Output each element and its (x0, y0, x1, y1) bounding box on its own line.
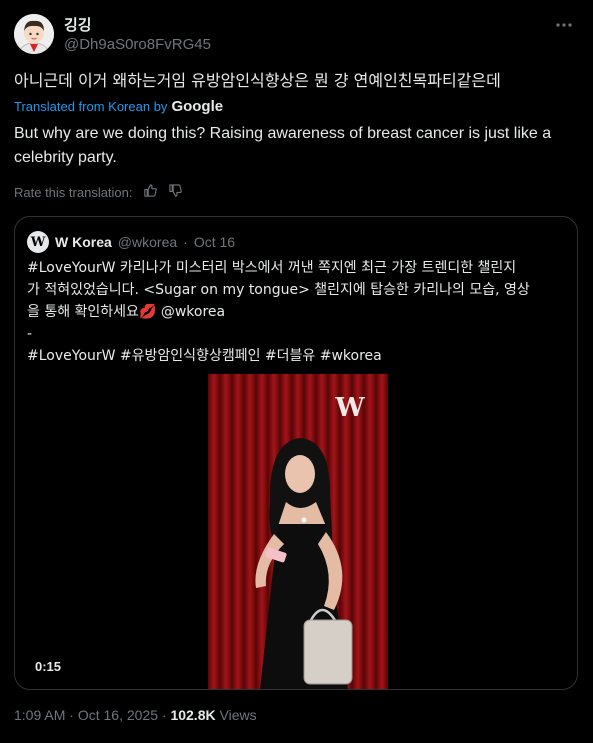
thumbs-up-icon[interactable] (143, 183, 158, 201)
quoted-author-avatar[interactable]: W (27, 231, 49, 253)
thumbs-down-icon[interactable] (168, 183, 183, 201)
views-count: 102.8K (170, 707, 216, 723)
quoted-text-line: #LoveYourW 카리나가 미스터리 박스에서 꺼낸 쪽지엔 최근 가장 트… (27, 260, 517, 276)
video-duration: 0:15 (35, 659, 62, 674)
post-time[interactable]: 1:09 AM (14, 707, 65, 723)
more-icon[interactable] (549, 14, 579, 36)
views-label: Views (219, 707, 257, 723)
video-thumbnail: W (208, 374, 388, 689)
quoted-post-header: W W Korea @wkorea · Oct 16 (27, 231, 235, 253)
video-logo: W (334, 393, 365, 423)
translated-from-link[interactable]: Translated from Korean by Google (14, 98, 223, 115)
post-original-text: 아니근데 이거 왜하는거임 유방암인식향상은 뭔 걍 연예인친목파티같은데 (14, 71, 501, 90)
video-player[interactable]: W (208, 374, 388, 689)
post-translation: But why are we doing this? Raising aware… (14, 125, 552, 166)
quoted-text-line: 을 통해 확인하세요💋 @wkorea (27, 304, 226, 320)
footer-separator: · (69, 707, 78, 723)
quoted-text-line: #LoveYourW #유방암인식향상캠페인 #더블유 #wkorea (27, 348, 382, 364)
author-name[interactable]: 깅깅 (64, 14, 92, 35)
avatar-image (14, 14, 54, 54)
translator-name: Google (171, 98, 224, 115)
quoted-date[interactable]: Oct 16 (194, 234, 235, 250)
translated-from-label: Translated from Korean by (14, 99, 168, 114)
quoted-post[interactable]: W W Korea @wkorea · Oct 16 #LoveYourW 카리… (14, 216, 578, 690)
rate-translation: Rate this translation: (14, 183, 183, 201)
quoted-author-name[interactable]: W Korea (55, 234, 112, 250)
post-footer: 1:09 AM · Oct 16, 2025 · 102.8K Views (14, 707, 257, 723)
post: 깅깅 @Dh9aS0ro8FvRG45 아니근데 이거 왜하는거임 유방암인식향… (0, 0, 593, 743)
quoted-separator: · (183, 234, 188, 250)
quoted-author-handle[interactable]: @wkorea (118, 234, 177, 250)
quoted-text-line: - (27, 326, 33, 342)
quoted-post-text: #LoveYourW 카리나가 미스터리 박스에서 꺼낸 쪽지엔 최근 가장 트… (27, 257, 567, 367)
avatar[interactable] (14, 14, 54, 54)
rate-translation-label: Rate this translation: (14, 184, 133, 200)
author-handle[interactable]: @Dh9aS0ro8FvRG45 (64, 36, 211, 53)
quoted-text-line: 가 적혀있었습니다. <Sugar on my tongue> 챌린지에 탑승한… (27, 282, 530, 298)
post-date[interactable]: Oct 16, 2025 (78, 707, 158, 723)
